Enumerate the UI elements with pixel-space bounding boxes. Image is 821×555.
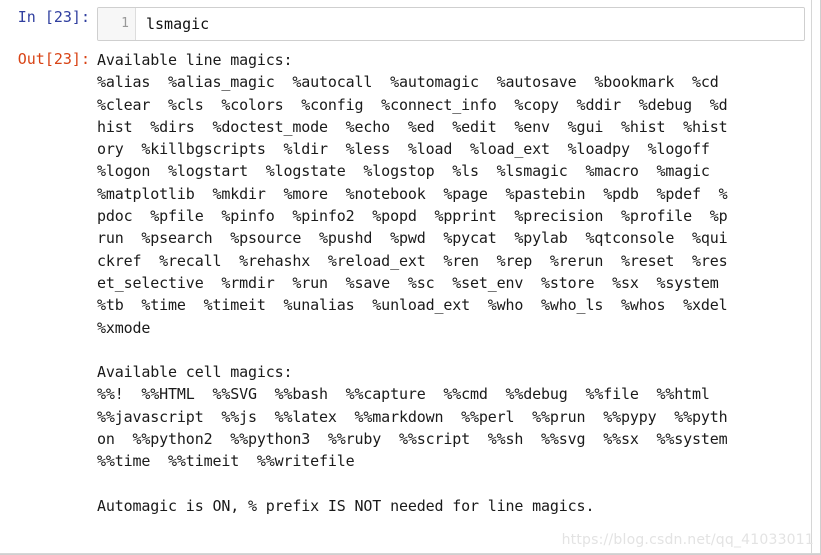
line-number-gutter: 1 <box>98 8 136 40</box>
code-editor[interactable]: 1 lsmagic <box>97 7 805 41</box>
output-area: Available line magics: %alias %alias_mag… <box>97 49 805 517</box>
right-divider <box>811 0 812 554</box>
notebook-cell-container: In [23]: 1 lsmagic Out[23]: Available li… <box>0 0 821 555</box>
output-prompt: Out[23]: <box>17 50 90 68</box>
input-area[interactable]: 1 lsmagic <box>97 7 805 41</box>
bottom-divider <box>0 553 820 554</box>
output-stream-text: Available line magics: %alias %alias_mag… <box>97 51 728 515</box>
output-cell: Out[23]: Available line magics: %alias %… <box>0 41 820 517</box>
code-input[interactable]: lsmagic <box>136 8 804 40</box>
input-cell[interactable]: In [23]: 1 lsmagic <box>0 0 820 41</box>
watermark: https://blog.csdn.net/qq_41033011 <box>561 532 814 548</box>
input-prompt: In [23]: <box>17 8 90 26</box>
